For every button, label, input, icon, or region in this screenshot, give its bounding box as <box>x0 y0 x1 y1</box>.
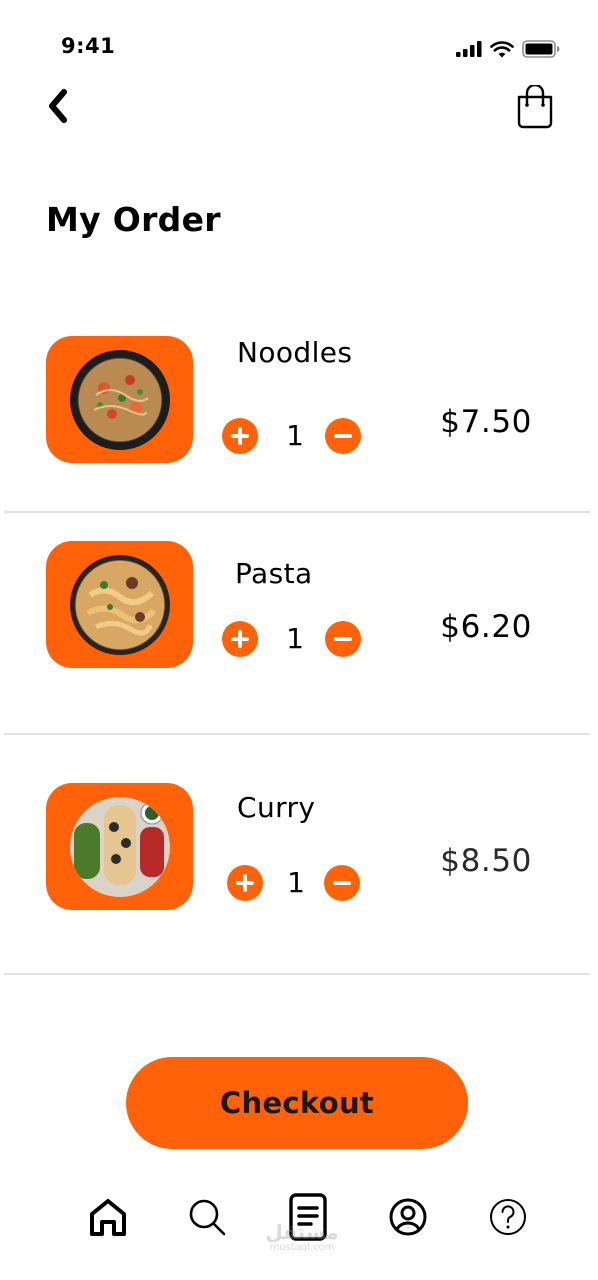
quantity-stepper: 1 <box>227 865 367 905</box>
decrease-quantity-button[interactable] <box>324 865 360 901</box>
tab-home[interactable] <box>82 1185 134 1249</box>
status-icons <box>456 38 560 60</box>
item-name: Pasta <box>235 557 313 590</box>
divider <box>4 733 590 735</box>
battery-icon <box>522 40 560 58</box>
curry-thumbnail <box>46 783 193 910</box>
tab-help[interactable] <box>482 1185 534 1249</box>
checkout-button[interactable]: Checkout <box>126 1057 468 1149</box>
item-price: $7.50 <box>440 404 532 440</box>
decrease-quantity-button[interactable] <box>325 418 361 454</box>
item-price: $8.50 <box>440 843 532 879</box>
item-name: Curry <box>237 791 316 824</box>
order-item-curry: Curry 1 $8.50 <box>0 783 598 979</box>
watermark-logo: مستقل <box>265 1220 339 1244</box>
minus-icon <box>334 637 352 641</box>
order-item-noodles: Noodles 1 $7.50 <box>0 336 598 516</box>
shopping-bag-icon <box>517 85 553 129</box>
order-item-pasta: Pasta 1 $6.20 <box>0 541 598 741</box>
back-button[interactable] <box>36 84 80 128</box>
profile-icon <box>389 1198 427 1236</box>
quantity-value: 1 <box>286 622 304 655</box>
divider <box>4 973 590 975</box>
increase-quantity-button[interactable] <box>222 418 258 454</box>
divider <box>4 511 590 513</box>
wifi-icon <box>490 40 514 57</box>
minus-icon <box>333 881 351 885</box>
noodles-thumbnail <box>46 336 193 463</box>
increase-quantity-button[interactable] <box>227 865 263 901</box>
item-price: $6.20 <box>440 609 532 645</box>
decrease-quantity-button[interactable] <box>325 621 361 657</box>
minus-icon <box>334 434 352 438</box>
cellular-signal-icon <box>456 41 482 57</box>
pasta-thumbnail <box>46 541 193 668</box>
help-icon <box>490 1199 526 1235</box>
noodles-image <box>69 349 170 450</box>
curry-image <box>69 796 170 897</box>
plus-icon <box>236 874 254 892</box>
quantity-stepper: 1 <box>222 418 362 458</box>
pasta-image <box>69 554 170 655</box>
watermark: مستقل mostaql.com <box>262 1222 342 1254</box>
tab-profile[interactable] <box>382 1185 434 1249</box>
quantity-stepper: 1 <box>222 621 362 661</box>
shopping-bag-button[interactable] <box>510 82 560 132</box>
quantity-value: 1 <box>286 419 304 452</box>
watermark-text: mostaql.com <box>269 1242 335 1253</box>
tab-search[interactable] <box>181 1185 233 1249</box>
search-icon <box>189 1199 226 1236</box>
item-name: Noodles <box>237 336 353 369</box>
plus-icon <box>231 427 249 445</box>
chevron-left-icon <box>49 89 67 123</box>
page-title: My Order <box>46 200 221 239</box>
quantity-value: 1 <box>287 866 305 899</box>
plus-icon <box>231 630 249 648</box>
status-bar: 9:41 <box>0 0 598 70</box>
increase-quantity-button[interactable] <box>222 621 258 657</box>
home-icon <box>90 1199 126 1236</box>
status-time: 9:41 <box>61 34 116 58</box>
